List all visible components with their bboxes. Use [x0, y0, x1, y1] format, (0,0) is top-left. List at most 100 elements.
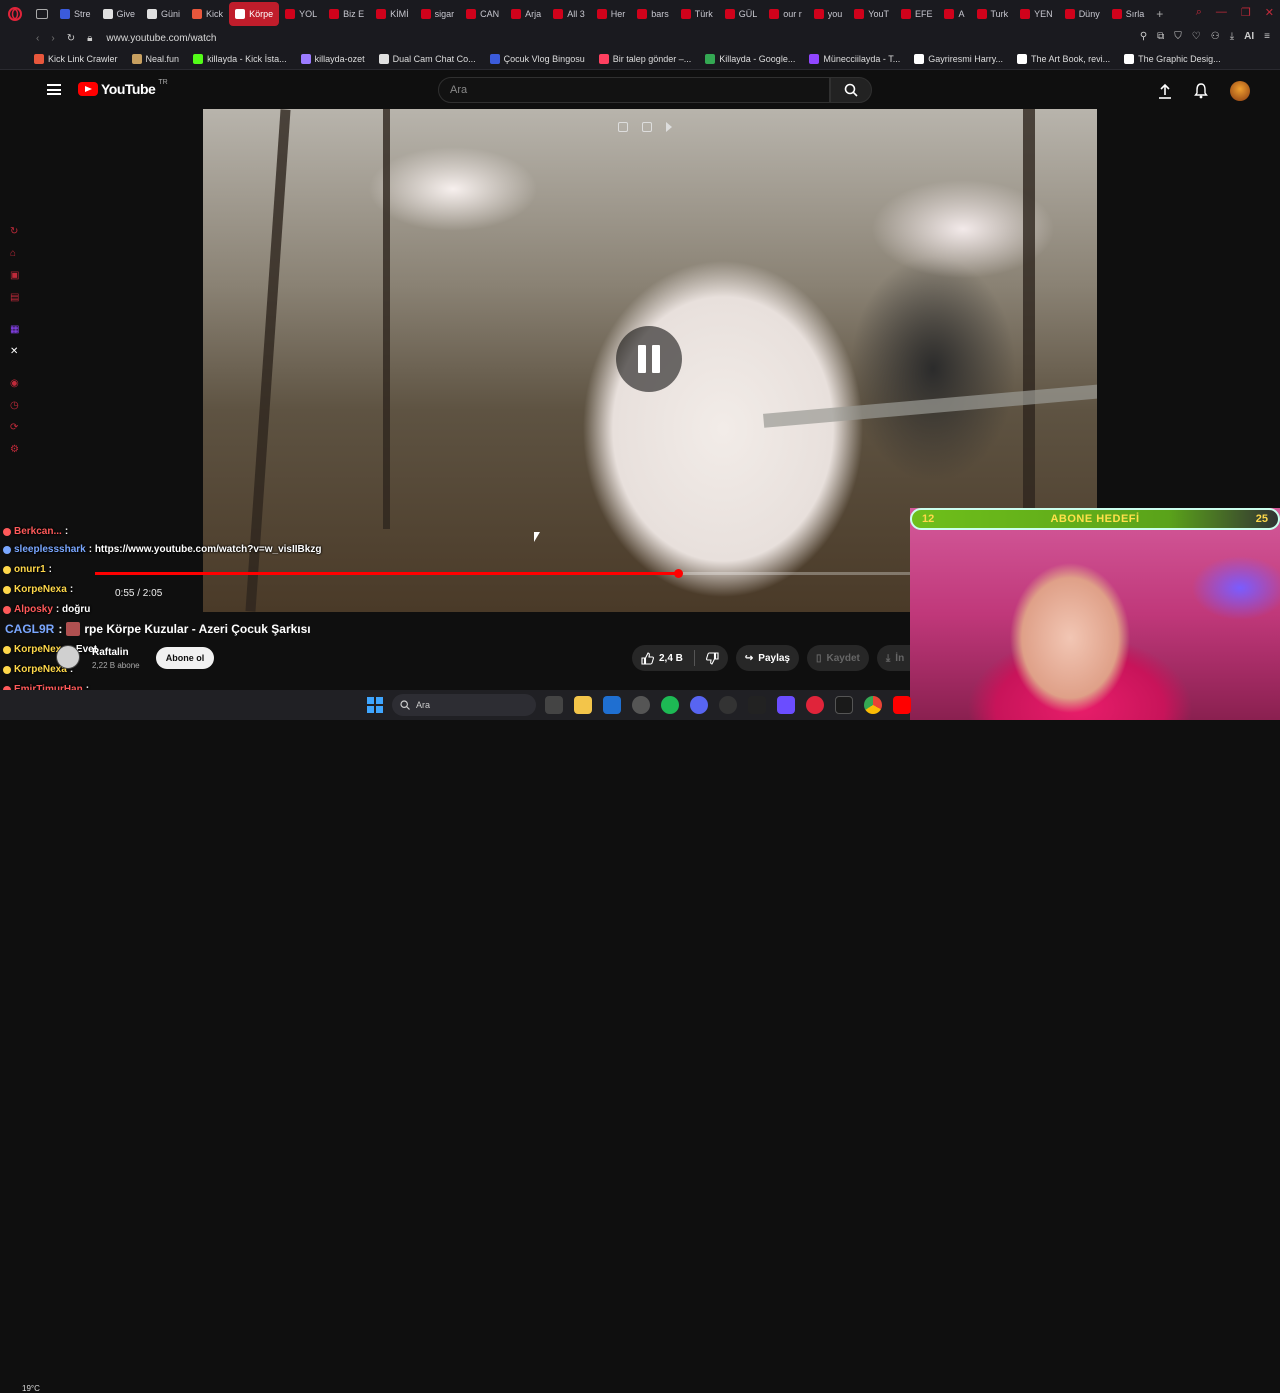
browser-tab[interactable]: All 3: [547, 2, 591, 26]
subscribe-button[interactable]: Abone ol: [156, 647, 214, 669]
bookmark-item[interactable]: The Graphic Desig...: [1124, 53, 1221, 64]
file-explorer-icon[interactable]: [574, 696, 592, 714]
browser-tab[interactable]: Körpe: [229, 2, 280, 26]
search-button[interactable]: [830, 77, 872, 103]
search-tabs-icon[interactable]: ⌕: [1196, 6, 1202, 19]
download-button[interactable]: ⤓ İn: [876, 645, 911, 671]
reload-icon[interactable]: ↻: [67, 33, 75, 44]
sidebar-messenger-icon[interactable]: ▤: [10, 292, 22, 304]
browser-tab[interactable]: bars: [631, 2, 675, 26]
bookmark-item[interactable]: Gayriresmi Harry...: [914, 53, 1003, 64]
bookmark-item[interactable]: killayda - Kick İsta...: [193, 53, 287, 64]
like-button[interactable]: 2,4 B: [632, 645, 728, 671]
sidebar-aria-icon[interactable]: ↻: [10, 226, 22, 238]
account-avatar[interactable]: [1230, 81, 1250, 101]
browser-tab[interactable]: Give: [97, 2, 142, 26]
windows-start-icon[interactable]: [367, 697, 383, 713]
obs-icon[interactable]: [719, 696, 737, 714]
browser-tab[interactable]: Her: [591, 2, 632, 26]
sidebar-flow-icon[interactable]: ⟳: [10, 422, 22, 434]
browser-tab[interactable]: Kick: [186, 2, 229, 26]
miniplayer-icon[interactable]: [618, 122, 628, 132]
menu-icon[interactable]: ≡: [1264, 31, 1270, 42]
ai-button[interactable]: AI: [1244, 31, 1254, 42]
save-button[interactable]: ▯ Kaydet: [807, 645, 869, 671]
browser-tab[interactable]: our r: [763, 2, 808, 26]
skip-icon[interactable]: [666, 122, 672, 132]
download-icon[interactable]: ⤓: [1230, 31, 1234, 42]
browser-tab[interactable]: YEN: [1014, 2, 1059, 26]
browser-tab[interactable]: Stre: [54, 2, 97, 26]
picture-in-picture-icon[interactable]: [642, 122, 652, 132]
snapshot-icon[interactable]: ⧉: [1157, 31, 1164, 42]
sidebar-settings-icon[interactable]: ⚙: [10, 444, 22, 456]
notifications-bell-icon[interactable]: [1194, 83, 1208, 99]
pause-icon[interactable]: [616, 326, 682, 392]
channel-name[interactable]: Raftalin: [92, 647, 129, 658]
hamburger-menu-icon[interactable]: [47, 84, 61, 95]
browser-tab[interactable]: Güni: [141, 2, 186, 26]
terminal-icon[interactable]: [835, 696, 853, 714]
browser-tab[interactable]: Sırla: [1106, 2, 1151, 26]
outlook-icon[interactable]: [603, 696, 621, 714]
youtube-taskbar-icon[interactable]: [893, 696, 911, 714]
pin-icon[interactable]: ⚲: [1140, 31, 1147, 42]
browser-tab[interactable]: Arja: [505, 2, 547, 26]
sidebar-x-icon[interactable]: ✕: [10, 346, 22, 358]
bookmark-item[interactable]: killayda-ozet: [300, 53, 365, 64]
spotify-icon[interactable]: [661, 696, 679, 714]
sidebar-player-icon[interactable]: ◉: [10, 378, 22, 390]
bookmark-item[interactable]: Bir talep gönder –...: [598, 53, 691, 64]
browser-tab[interactable]: Biz E: [323, 2, 370, 26]
browser-tab[interactable]: sigar: [415, 2, 461, 26]
browser-tab[interactable]: Türk: [675, 2, 719, 26]
apps-grid-icon[interactable]: [777, 696, 795, 714]
youtube-logo[interactable]: YouTube TR: [78, 79, 168, 97]
maximize-icon[interactable]: ❐: [1241, 6, 1251, 19]
share-button[interactable]: ↪ Paylaş: [735, 645, 799, 671]
app-g-icon[interactable]: [748, 696, 766, 714]
minimize-icon[interactable]: —: [1216, 6, 1227, 19]
browser-tab[interactable]: Turk: [971, 2, 1015, 26]
chrome-icon[interactable]: [864, 696, 882, 714]
browser-tab[interactable]: EFE: [895, 2, 939, 26]
tab-overview-icon[interactable]: [30, 2, 54, 26]
heart-icon[interactable]: ♡: [1192, 31, 1201, 42]
taskbar-search-input[interactable]: Ara: [392, 694, 536, 716]
browser-tab[interactable]: GÜL: [719, 2, 764, 26]
thumbs-down-icon[interactable]: [705, 651, 719, 665]
forward-icon[interactable]: ›: [51, 33, 54, 44]
bookmark-item[interactable]: Neal.fun: [131, 53, 179, 64]
bookmark-item[interactable]: Dual Cam Chat Co...: [378, 53, 476, 64]
bookmark-item[interactable]: Kick Link Crawler: [34, 53, 118, 64]
bookmark-item[interactable]: Killayda - Google...: [705, 53, 795, 64]
opera-logo-icon[interactable]: [0, 0, 30, 28]
discord-icon[interactable]: [690, 696, 708, 714]
settings-icon[interactable]: [632, 696, 650, 714]
back-icon[interactable]: ‹: [36, 33, 39, 44]
account-icon[interactable]: ⚇: [1211, 31, 1220, 42]
browser-tab[interactable]: YOL: [279, 2, 323, 26]
browser-tab[interactable]: YouT: [848, 2, 895, 26]
close-icon[interactable]: ✕: [1265, 6, 1274, 19]
search-input[interactable]: Ara: [438, 77, 830, 103]
sidebar-chat-icon[interactable]: ▣: [10, 270, 22, 282]
sidebar-history-icon[interactable]: ◷: [10, 400, 22, 412]
browser-tab[interactable]: KİMİ: [370, 2, 415, 26]
sidebar-bag-icon[interactable]: ⌂: [10, 248, 22, 260]
url-field[interactable]: www.youtube.com/watch: [106, 33, 216, 44]
browser-tab[interactable]: A: [938, 2, 970, 26]
task-view-icon[interactable]: [545, 696, 563, 714]
browser-tab[interactable]: you: [808, 2, 849, 26]
channel-avatar[interactable]: [56, 645, 80, 669]
browser-tab[interactable]: Düny: [1059, 2, 1106, 26]
bookmark-item[interactable]: The Art Book, revi...: [1017, 53, 1110, 64]
sidebar-twitch-icon[interactable]: ▦: [10, 324, 22, 336]
browser-tab[interactable]: CAN: [460, 2, 505, 26]
opera-taskbar-icon[interactable]: [806, 696, 824, 714]
bookmark-item[interactable]: Münecciilayda - T...: [809, 53, 900, 64]
vpn-icon[interactable]: ⛉: [1174, 31, 1182, 42]
progress-scrubber-handle[interactable]: [673, 569, 683, 578]
bookmark-item[interactable]: Çocuk Vlog Bingosu: [489, 53, 585, 64]
new-tab-button[interactable]: +: [1156, 7, 1163, 21]
